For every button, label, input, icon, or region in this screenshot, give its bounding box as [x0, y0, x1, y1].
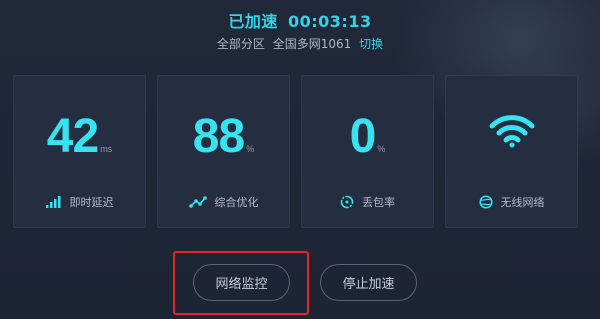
wireless-label-row: 无线网络 — [446, 194, 577, 210]
optimization-label-row: 综合优化 — [158, 194, 289, 210]
wireless-label: 无线网络 — [500, 196, 545, 209]
wireless-card: 无线网络 — [445, 75, 578, 228]
latency-value: 42 — [46, 110, 99, 163]
latency-metric: 42 ms — [14, 109, 145, 164]
globe-icon — [478, 195, 493, 209]
packet-loss-value: 0 — [349, 110, 377, 163]
status-label: 已加速 — [228, 12, 278, 31]
optimization-value: 88 — [192, 110, 245, 163]
stop-acceleration-button[interactable]: 停止加速 — [320, 264, 417, 301]
optimization-metric: 88% — [158, 109, 289, 164]
packet-loss-icon — [340, 195, 354, 209]
packet-loss-metric: 0% — [302, 109, 433, 164]
optimization-card: 88% 综合优化 — [157, 75, 290, 228]
optimization-unit: % — [246, 144, 255, 154]
switch-server-link[interactable]: 切换 — [359, 37, 383, 51]
signal-bars-icon — [45, 196, 60, 208]
optimization-label: 综合优化 — [214, 196, 259, 209]
highlight-box — [173, 251, 309, 315]
server-region: 全部分区 全国多网1061 切换 — [0, 35, 600, 52]
trend-line-icon — [188, 196, 207, 208]
wifi-status — [446, 114, 577, 152]
latency-label-row: 即时延迟 — [14, 194, 145, 210]
elapsed-time: 00:03:13 — [288, 12, 372, 31]
region-scope: 全部分区 — [216, 37, 265, 51]
packet-loss-label: 丢包率 — [362, 196, 395, 209]
latency-unit: ms — [100, 144, 113, 154]
packet-loss-card: 0% 丢包率 — [301, 75, 434, 228]
packet-loss-unit: % — [377, 144, 386, 154]
wifi-icon — [489, 115, 534, 148]
latency-card: 42 ms 即时延迟 — [13, 75, 146, 228]
acceleration-status: 已加速 00:03:13 — [0, 8, 600, 32]
latency-label: 即时延迟 — [69, 196, 114, 209]
packet-loss-label-row: 丢包率 — [302, 194, 433, 210]
server-name: 全国多网1061 — [272, 37, 352, 51]
